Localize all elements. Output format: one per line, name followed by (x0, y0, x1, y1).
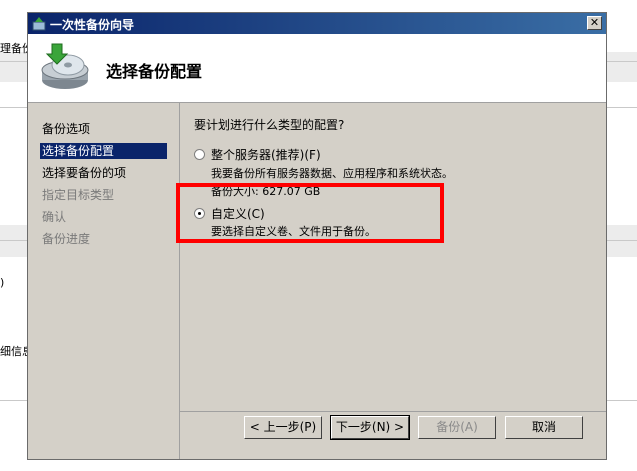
step-confirmation: 确认 (42, 210, 67, 224)
wizard-header: 选择备份配置 (28, 34, 606, 103)
backup-drive-icon (41, 43, 89, 89)
backup-app-icon (32, 17, 46, 31)
cancel-button[interactable]: 取消 (505, 416, 583, 439)
step-destination-type: 指定目标类型 (42, 188, 115, 202)
full-server-description: 我要备份所有服务器数据、应用程序和系统状态。 (211, 167, 453, 180)
step-backup-options[interactable]: 备份选项 (40, 121, 92, 137)
title-bar[interactable]: 一次性备份向导 ✕ (28, 13, 606, 34)
window-title: 一次性备份向导 (50, 18, 135, 32)
button-separator (179, 411, 606, 412)
wizard-content-pane: 要计划进行什么类型的配置? 整个服务器(推荐)(F) 我要备份所有服务器数据、应… (181, 103, 606, 423)
background-label: 理备份 (0, 42, 27, 55)
background-label: ) (0, 276, 5, 289)
page-heading: 选择备份配置 (106, 62, 203, 81)
close-button[interactable]: ✕ (587, 16, 602, 30)
configuration-question: 要计划进行什么类型的配置? (194, 118, 345, 132)
step-select-items[interactable]: 选择要备份的项 (40, 165, 128, 181)
full-server-radio[interactable] (194, 149, 205, 160)
close-icon: ✕ (589, 16, 600, 29)
step-select-backup-configuration[interactable]: 选择备份配置 (40, 143, 167, 159)
full-server-label[interactable]: 整个服务器(推荐)(F) (211, 146, 321, 163)
next-button[interactable]: 下一步(N) > (330, 415, 410, 440)
wizard-steps-pane: 备份选项 选择备份配置 选择要备份的项 指定目标类型 确认 备份进度 (28, 103, 180, 459)
highlight-annotation-box (176, 183, 444, 243)
background-label: 细信息 (0, 345, 27, 358)
step-backup-progress: 备份进度 (42, 232, 91, 246)
back-button[interactable]: < 上一步(P) (244, 416, 322, 439)
backup-button: 备份(A) (418, 416, 496, 439)
